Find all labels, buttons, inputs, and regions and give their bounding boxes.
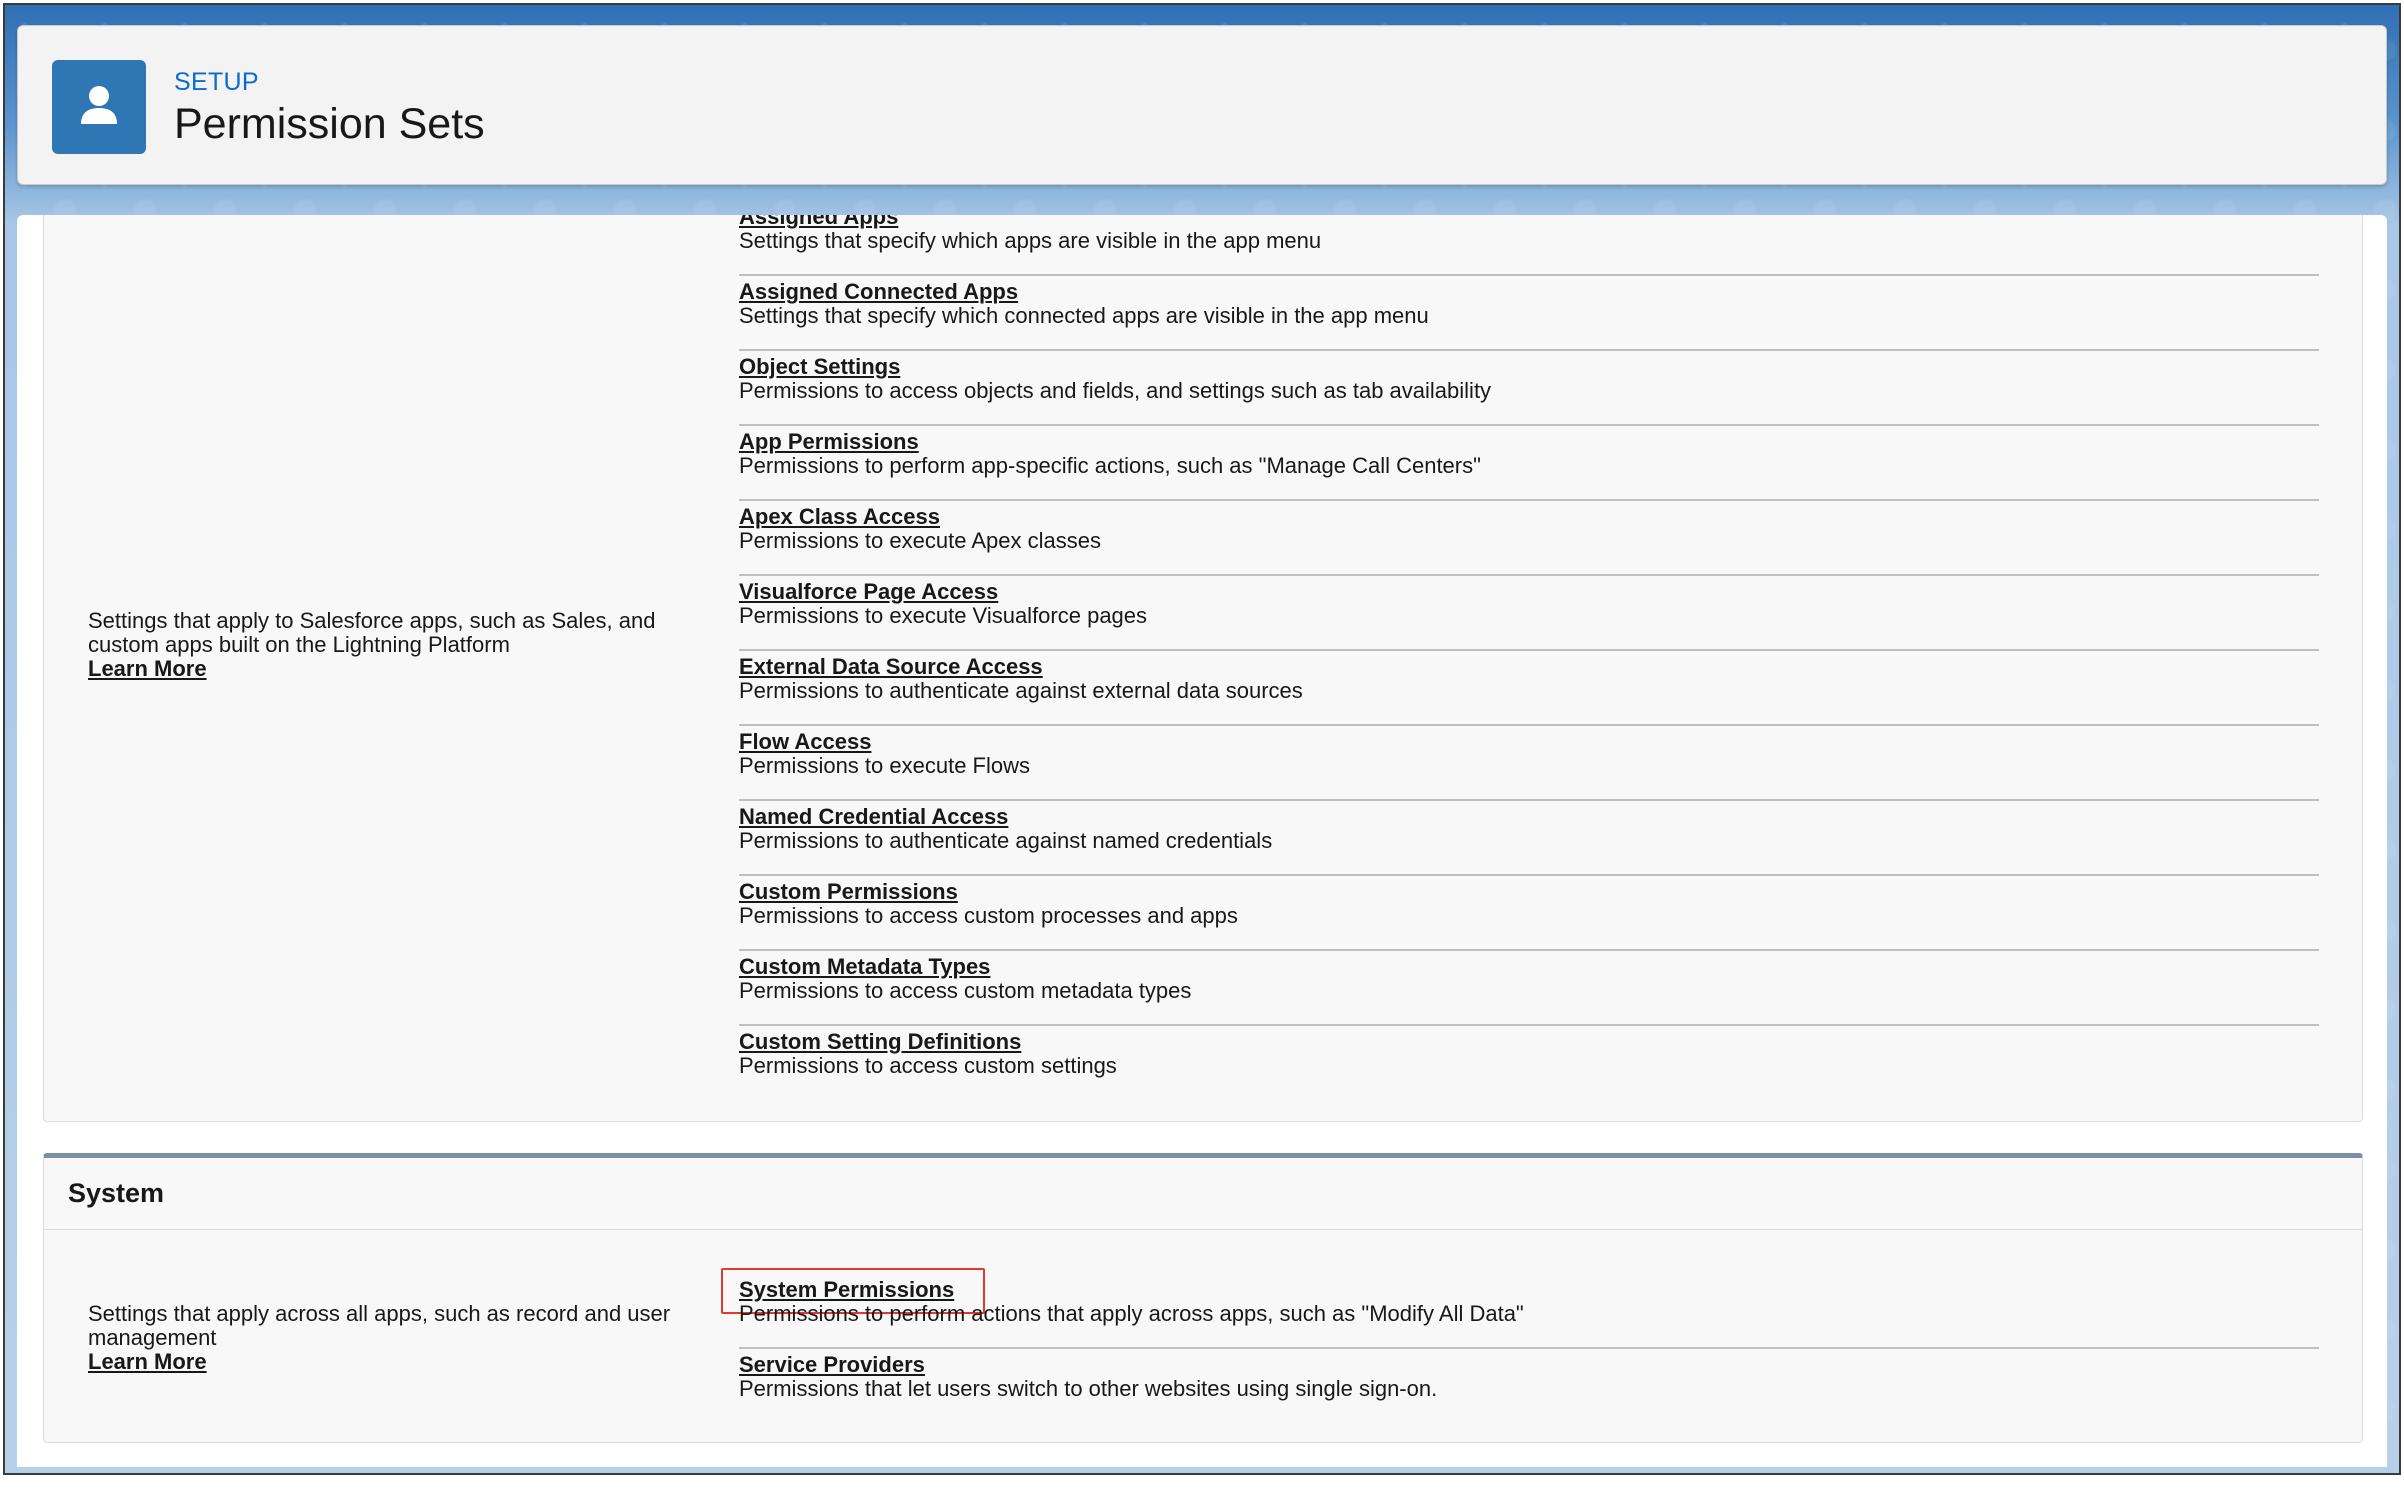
object-settings-link[interactable]: Object Settings [739,354,900,380]
list-item: External Data Source Access Permissions … [739,651,2319,726]
flow-access-link[interactable]: Flow Access [739,729,871,755]
system-permissions-link[interactable]: System Permissions [739,1277,954,1303]
apps-description-text: Settings that apply to Salesforce apps, … [88,608,656,657]
system-section-header: System [44,1158,2362,1230]
apps-section: Settings that apply to Salesforce apps, … [43,215,2363,1122]
list-item: Named Credential Access Permissions to a… [739,801,2319,876]
list-item: Object Settings Permissions to access ob… [739,351,2319,426]
item-description: Permissions to access custom processes a… [739,903,1238,928]
item-description: Settings that specify which connected ap… [739,303,1429,328]
list-item: System Permissions Permissions to perfor… [721,1268,2319,1349]
item-description: Permissions to authenticate against name… [739,828,1273,853]
list-item: Assigned Apps Settings that specify whic… [739,215,2319,276]
apps-section-description: Settings that apply to Salesforce apps, … [88,609,708,681]
item-description: Permissions to perform app-specific acti… [739,453,1481,478]
service-providers-link[interactable]: Service Providers [739,1352,925,1378]
list-item: Custom Permissions Permissions to access… [739,876,2319,951]
setup-breadcrumb[interactable]: SETUP [174,68,259,97]
list-item: App Permissions Permissions to perform a… [739,426,2319,501]
named-credential-access-link[interactable]: Named Credential Access [739,804,1008,830]
system-item-list: System Permissions Permissions to perfor… [721,1268,2319,1424]
list-item: Visualforce Page Access Permissions to e… [739,576,2319,651]
item-description: Permissions to access custom settings [739,1053,1117,1078]
list-item: Assigned Connected Apps Settings that sp… [739,276,2319,351]
item-description: Permissions to access custom metadata ty… [739,978,1192,1003]
system-section-title: System [68,1178,165,1208]
apps-item-list: Assigned Apps Settings that specify whic… [739,215,2319,1101]
custom-setting-definitions-link[interactable]: Custom Setting Definitions [739,1029,1021,1055]
content-panel[interactable]: Settings that apply to Salesforce apps, … [17,215,2387,1467]
visualforce-page-access-link[interactable]: Visualforce Page Access [739,579,998,605]
item-description: Permissions to access objects and fields… [739,378,1492,403]
page-header: SETUP Permission Sets [17,25,2387,185]
list-item: Custom Metadata Types Permissions to acc… [739,951,2319,1026]
item-description: Permissions to execute Flows [739,753,1030,778]
list-item: Custom Setting Definitions Permissions t… [739,1026,2319,1101]
item-description: Permissions to execute Apex classes [739,528,1101,553]
item-description: Permissions to perform actions that appl… [739,1301,1524,1326]
system-description-text: Settings that apply across all apps, suc… [88,1301,671,1350]
app-window: SETUP Permission Sets Settings that appl… [3,3,2401,1475]
list-item: Service Providers Permissions that let u… [739,1349,2319,1424]
item-description: Permissions to authenticate against exte… [739,678,1303,703]
app-permissions-link[interactable]: App Permissions [739,429,919,455]
list-item: Flow Access Permissions to execute Flows [739,726,2319,801]
item-description: Permissions to execute Visualforce pages [739,603,1148,628]
item-description: Permissions that let users switch to oth… [739,1376,1438,1401]
user-icon [52,60,146,154]
external-data-source-access-link[interactable]: External Data Source Access [739,654,1043,680]
apex-class-access-link[interactable]: Apex Class Access [739,504,940,530]
system-learn-more-link[interactable]: Learn More [88,1350,708,1374]
custom-metadata-types-link[interactable]: Custom Metadata Types [739,954,990,980]
list-item: Apex Class Access Permissions to execute… [739,501,2319,576]
item-description: Settings that specify which apps are vis… [739,228,1322,253]
apps-learn-more-link[interactable]: Learn More [88,657,708,681]
page-title: Permission Sets [174,100,485,148]
assigned-connected-apps-link[interactable]: Assigned Connected Apps [739,279,1018,305]
system-section: System Settings that apply across all ap… [43,1153,2363,1443]
custom-permissions-link[interactable]: Custom Permissions [739,879,958,905]
system-section-description: Settings that apply across all apps, suc… [88,1302,708,1374]
